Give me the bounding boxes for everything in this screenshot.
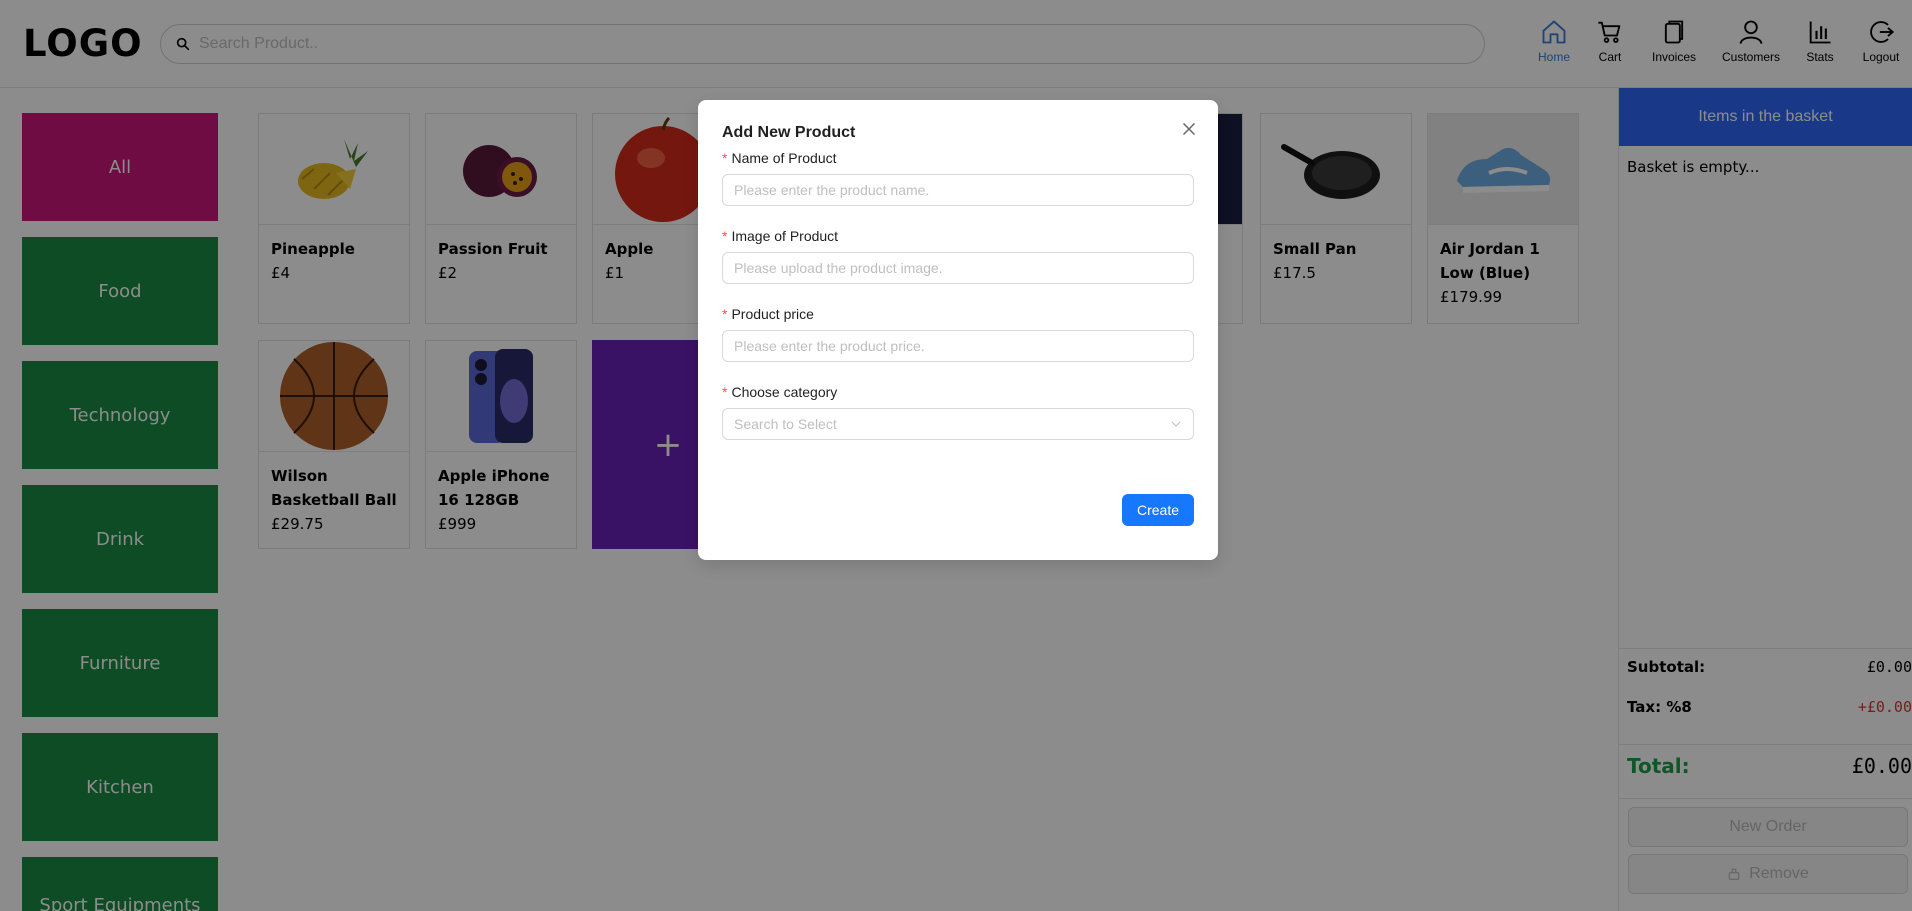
product-image-label: * Image of Product	[722, 228, 839, 244]
product-price-label: * Product price	[722, 306, 814, 322]
category-select[interactable]: Search to Select	[722, 408, 1194, 440]
create-button[interactable]: Create	[1121, 494, 1194, 526]
product-name-field: * Name of Product	[722, 150, 1194, 206]
close-icon[interactable]	[1178, 118, 1200, 140]
product-image-input[interactable]	[722, 252, 1194, 284]
add-product-modal: Add New Product *Name of Product *Image …	[698, 100, 1218, 560]
product-price-field: * Product price	[722, 306, 1194, 362]
category-label: * Choose category	[722, 384, 838, 400]
product-price-input[interactable]	[722, 330, 1194, 362]
category-field: * Choose category Search to Select	[722, 384, 1194, 440]
product-name-label: * Name of Product	[722, 150, 837, 166]
category-placeholder: Search to Select	[734, 416, 837, 432]
chevron-down-icon	[1171, 421, 1181, 427]
modal-title: Add New Product	[722, 124, 856, 141]
product-name-input[interactable]	[722, 174, 1194, 206]
product-image-field: * Image of Product	[722, 228, 1194, 284]
